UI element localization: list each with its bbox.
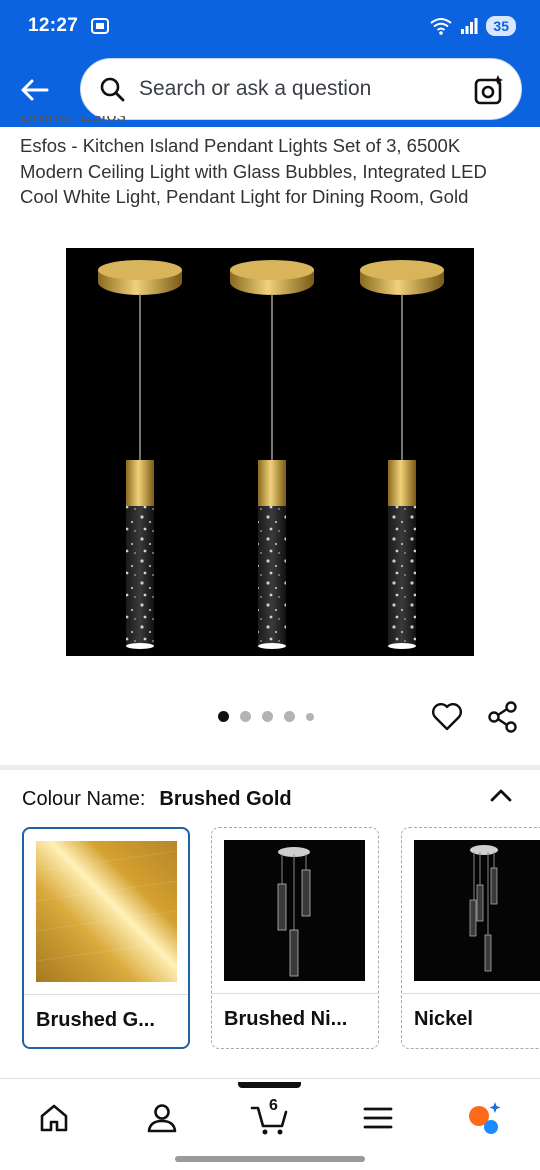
search-placeholder: Search or ask a question [139,77,372,100]
swatch-separator [24,994,188,995]
screenshot-icon [91,18,110,34]
active-tab-indicator [238,1082,301,1088]
brushed-nickel-swatch-image [224,840,365,981]
swatch-separator [402,993,540,994]
cart-button[interactable]: 6 [250,1097,290,1136]
carousel-dot[interactable] [218,711,229,722]
cart-count: 6 [269,1097,278,1114]
pendant-lights-image [98,260,444,649]
back-arrow-icon [21,79,49,100]
swatch-label: Brushed G... [36,1009,155,1031]
brand-line[interactable]: Brand: Esfos [20,116,540,130]
colour-selector-header: Colour Name: Brushed Gold [22,788,292,811]
home-indicator [175,1156,365,1162]
search-icon [100,77,125,102]
nickel-swatch-image [414,840,540,981]
swatch-separator [212,993,378,994]
colour-label: Colour Name: [22,788,146,810]
swatch-label: Brushed Ni... [224,1008,348,1030]
bottom-nav: 6 [0,1082,540,1152]
rufus-icon[interactable] [466,1100,502,1136]
colour-option-nickel[interactable]: Nickel [401,827,540,1049]
status-bar: 12:27 35 [0,0,540,52]
brushed-gold-swatch-image [36,841,177,982]
image-carousel-dots [218,711,314,722]
account-icon[interactable] [144,1100,180,1136]
menu-icon[interactable] [360,1100,396,1136]
signal-icon [461,18,478,34]
camera-lens-icon[interactable] [473,74,505,106]
carousel-dot[interactable] [284,711,295,722]
heart-icon[interactable] [430,700,464,734]
product-image[interactable] [66,248,474,656]
brand-line-text: Brand: Esfos [20,116,540,126]
nav-divider [0,1078,540,1079]
battery-indicator: 35 [486,16,516,36]
status-time: 12:27 [28,15,79,36]
section-divider [0,765,540,770]
search-input[interactable]: Search or ask a question [80,58,522,120]
carousel-dot[interactable] [262,711,273,722]
home-icon[interactable] [36,1100,72,1136]
colour-option-brushed-gold[interactable]: Brushed G... [22,827,190,1049]
chevron-up-icon[interactable] [488,783,514,809]
product-title: Esfos - Kitchen Island Pendant Lights Se… [20,135,487,207]
colour-option-brushed-nickel[interactable]: Brushed Ni... [211,827,379,1049]
swatch-label: Nickel [414,1008,473,1030]
wifi-icon [430,18,453,35]
share-icon[interactable] [486,700,520,734]
back-button[interactable] [14,70,54,110]
colour-selected-value: Brushed Gold [159,788,292,810]
carousel-dot[interactable] [306,712,314,721]
carousel-dot[interactable] [240,711,251,722]
